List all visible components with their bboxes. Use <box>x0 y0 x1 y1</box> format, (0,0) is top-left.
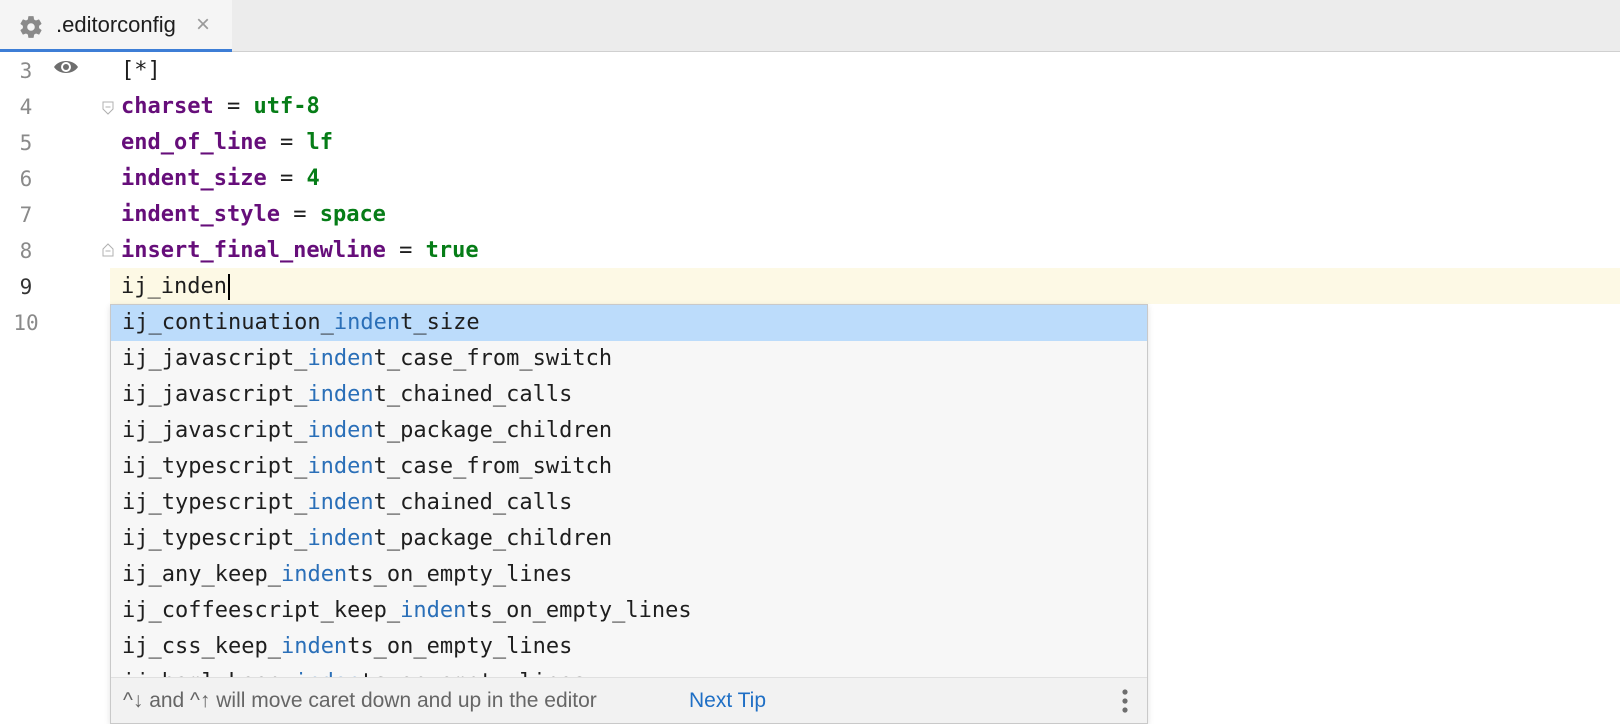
line-number: 5 <box>19 131 33 155</box>
completion-item-suffix: ts_on_empty_lines <box>466 598 692 623</box>
completion-item-match: inden <box>400 598 467 623</box>
line-number: 9 <box>19 275 33 299</box>
completion-item-prefix: ij_typescript_ <box>122 454 308 479</box>
fold-marker-icon[interactable] <box>102 101 114 115</box>
current-line-highlight <box>0 268 1620 304</box>
assign-operator: = <box>266 130 307 155</box>
line-number: 7 <box>19 203 33 227</box>
section-header: [*] <box>121 58 161 83</box>
completion-item-match: inden <box>307 382 374 407</box>
completion-item[interactable]: ij_typescript_indent_case_from_switch <box>111 449 1147 485</box>
completion-item-suffix: t_chained_calls <box>373 382 573 407</box>
close-icon[interactable]: × <box>196 12 210 38</box>
completion-item-match: inden <box>280 634 348 659</box>
property-value: lf <box>306 130 333 155</box>
completion-item-suffix: t_chained_calls <box>373 490 573 515</box>
completion-item-prefix: ij_typescript_ <box>122 526 308 551</box>
completion-item-prefix: ij_any_keep_ <box>122 562 281 587</box>
property-value: space <box>319 202 386 227</box>
completion-item-prefix: ij_css_keep_ <box>122 634 281 659</box>
completion-item-suffix: ts_on_empty_lines <box>360 670 585 677</box>
completion-item-prefix: ij_typescript_ <box>122 490 308 515</box>
completion-item-match: inden <box>307 454 374 479</box>
completion-item-prefix: ij_coffeescript_keep_ <box>122 598 401 623</box>
completion-item-suffix: t_package_children <box>373 526 613 551</box>
property-key: charset <box>121 94 214 119</box>
code-line[interactable]: indent_style = space <box>121 197 386 233</box>
line-number: 10 <box>13 311 39 335</box>
completion-item[interactable]: ij_haml_keep_indents_on_empty_lines <box>111 665 1147 677</box>
assign-operator: = <box>213 94 254 119</box>
completion-item[interactable]: ij_javascript_indent_package_children <box>111 413 1147 449</box>
completion-item[interactable]: ij_typescript_indent_chained_calls <box>111 485 1147 521</box>
line-number: 8 <box>19 239 33 263</box>
completion-footer: ^↓ and ^↑ will move caret down and up in… <box>111 677 1147 723</box>
completion-popup: ij_continuation_indent_size ij_javascript… <box>110 304 1148 724</box>
completion-item-match: inden <box>294 670 360 677</box>
tab-editorconfig[interactable]: .editorconfig × <box>0 0 232 52</box>
property-key: insert_final_newline <box>121 238 386 263</box>
completion-item-match: inden <box>307 418 374 443</box>
completion-item-prefix: ij_javascript_ <box>122 382 308 407</box>
completion-item[interactable]: ij_typescript_indent_package_children <box>111 521 1147 557</box>
completion-item-match: inden <box>280 562 348 587</box>
completion-item[interactable]: ij_coffeescript_keep_indents_on_empty_li… <box>111 593 1147 629</box>
eye-icon[interactable] <box>52 56 80 78</box>
completion-item-prefix: ij_haml_keep_ <box>122 670 294 677</box>
assign-operator: = <box>279 202 320 227</box>
property-value: 4 <box>306 166 320 191</box>
completion-item[interactable]: ij_any_keep_indents_on_empty_lines <box>111 557 1147 593</box>
completion-item[interactable]: ij_javascript_indent_chained_calls <box>111 377 1147 413</box>
navigation-hint: ^↓ and ^↑ will move caret down and up in… <box>123 689 597 712</box>
code-line-current[interactable]: ij_inden <box>121 269 230 305</box>
completion-item[interactable]: ij_continuation_indent_size <box>111 305 1147 341</box>
next-tip-link[interactable]: Next Tip <box>689 689 766 713</box>
tab-title: .editorconfig <box>56 12 176 37</box>
code-line[interactable]: insert_final_newline = true <box>121 233 479 269</box>
completion-item-suffix: t_case_from_switch <box>373 454 613 479</box>
property-key: end_of_line <box>121 130 267 155</box>
completion-item-suffix: t_size <box>400 310 480 335</box>
property-key: indent_style <box>121 202 280 227</box>
completion-item-match: inden <box>307 490 374 515</box>
completion-item-match: inden <box>333 310 401 335</box>
completion-list: ij_continuation_indent_size ij_javascript… <box>111 305 1147 677</box>
line-number: 3 <box>19 59 33 83</box>
gear-icon <box>20 16 42 38</box>
code-line[interactable]: indent_size = 4 <box>121 161 320 197</box>
assign-operator: = <box>266 166 307 191</box>
completion-item-match: inden <box>307 346 374 371</box>
completion-item-prefix: ij_javascript_ <box>122 418 308 443</box>
completion-item-match: inden <box>307 526 374 551</box>
text-caret <box>227 274 230 300</box>
fold-marker-icon[interactable] <box>102 243 114 257</box>
assign-operator: = <box>385 238 426 263</box>
more-options-icon[interactable] <box>1121 687 1129 715</box>
completion-item-suffix: ts_on_empty_lines <box>347 634 573 659</box>
code-line[interactable]: end_of_line = lf <box>121 125 333 161</box>
completion-item[interactable]: ij_javascript_indent_case_from_switch <box>111 341 1147 377</box>
completion-item-suffix: t_case_from_switch <box>373 346 613 371</box>
completion-item-prefix: ij_continuation_ <box>122 310 334 335</box>
code-line[interactable]: charset = utf-8 <box>121 89 320 125</box>
line-number: 6 <box>19 167 33 191</box>
completion-item-suffix: t_package_children <box>373 418 613 443</box>
property-value: utf-8 <box>253 94 320 119</box>
line-number: 4 <box>19 95 33 119</box>
property-key: indent_size <box>121 166 267 191</box>
code-line[interactable]: [*] <box>121 53 161 89</box>
completion-item[interactable]: ij_css_keep_indents_on_empty_lines <box>111 629 1147 665</box>
editor-tab-bar: .editorconfig × <box>0 0 1620 52</box>
completion-item-suffix: ts_on_empty_lines <box>347 562 573 587</box>
completion-item-prefix: ij_javascript_ <box>122 346 308 371</box>
typed-text: ij_inden <box>121 274 227 299</box>
property-value: true <box>425 238 479 263</box>
